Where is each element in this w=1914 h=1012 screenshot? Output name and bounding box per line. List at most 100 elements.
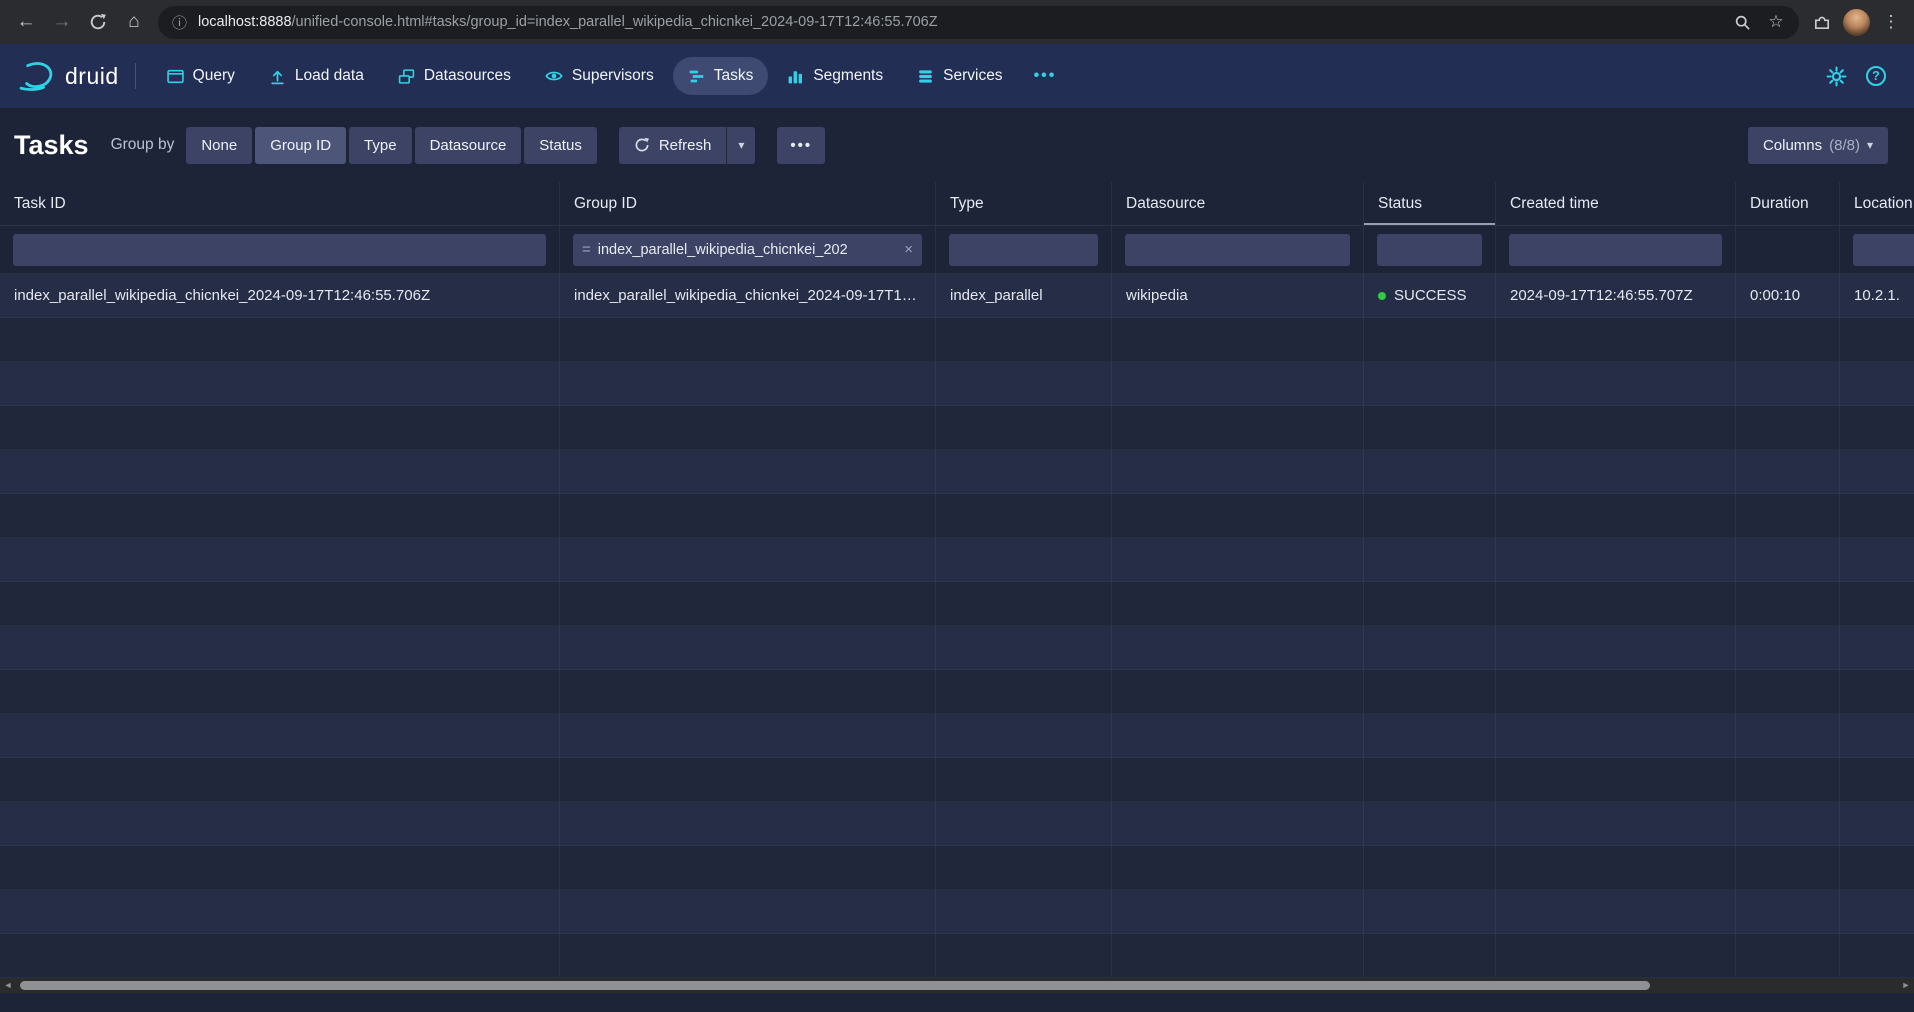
group-by-type-button[interactable]: Type [349, 127, 412, 164]
table-cell [1112, 670, 1364, 713]
nav-item-datasources[interactable]: Datasources [383, 57, 526, 95]
zoom-button[interactable] [1727, 7, 1757, 37]
clear-filter-icon[interactable]: × [904, 241, 913, 258]
scroll-left-button[interactable]: ◄ [0, 978, 16, 993]
site-info-icon[interactable]: ⓘ [172, 12, 187, 33]
scrollbar-thumb[interactable] [20, 981, 1650, 990]
url-bar[interactable]: ⓘ localhost:8888/unified-console.html#ta… [158, 6, 1799, 39]
scroll-right-button[interactable]: ► [1898, 978, 1914, 993]
table-cell [1736, 934, 1840, 977]
druid-logo-icon [18, 61, 56, 91]
scrollbar-track[interactable] [16, 978, 1898, 993]
table-cell [1364, 714, 1496, 757]
type-filter-input[interactable] [949, 234, 1098, 266]
table-cell [1112, 582, 1364, 625]
table-cell [936, 494, 1112, 537]
table-cell [1496, 934, 1736, 977]
home-button[interactable]: ⌂ [116, 4, 152, 40]
filter-cell-location [1840, 226, 1914, 273]
column-header-created-time[interactable]: Created time [1496, 182, 1736, 225]
load-data-icon [269, 68, 286, 85]
table-cell [1840, 846, 1914, 889]
table-cell [936, 934, 1112, 977]
extensions-button[interactable] [1807, 7, 1837, 37]
nav-item-tasks[interactable]: Tasks [673, 57, 769, 95]
status-filter-input[interactable] [1377, 234, 1482, 266]
back-button[interactable]: ← [8, 4, 44, 40]
table-cell [1364, 538, 1496, 581]
table-cell [1736, 318, 1840, 361]
extensions-icon [1813, 13, 1831, 31]
column-header-duration[interactable]: Duration [1736, 182, 1840, 225]
table-cell [0, 802, 560, 845]
table-row-empty [0, 626, 1914, 670]
toolbar-more-button[interactable]: ••• [777, 127, 825, 164]
column-header-group-id[interactable]: Group ID [560, 182, 936, 225]
table-cell [1496, 890, 1736, 933]
nav-item-segments[interactable]: Segments [772, 57, 898, 95]
table-row-empty [0, 758, 1914, 802]
table-cell [1736, 670, 1840, 713]
druid-logo[interactable]: druid [18, 61, 119, 91]
nav-label: Datasources [424, 67, 511, 85]
settings-button[interactable] [1816, 56, 1856, 96]
profile-avatar[interactable] [1843, 9, 1870, 36]
group-by-datasource-button[interactable]: Datasource [415, 127, 522, 164]
datasource-filter-input[interactable] [1125, 234, 1350, 266]
nav-item-query[interactable]: Query [152, 57, 250, 95]
bookmark-button[interactable]: ☆ [1761, 7, 1791, 37]
filter-row: = index_parallel_wikipedia_chicnkei_202 … [0, 226, 1914, 274]
table-cell [1112, 714, 1364, 757]
column-header-status[interactable]: Status [1364, 182, 1496, 225]
gantt-chart-icon [688, 68, 705, 85]
task-id-filter-input[interactable] [13, 234, 546, 266]
group-by-none-button[interactable]: None [186, 127, 252, 164]
browser-actions: ⋮ [1807, 7, 1906, 37]
group-by-status-button[interactable]: Status [524, 127, 597, 164]
table-cell [1496, 846, 1736, 889]
column-header-datasource[interactable]: Datasource [1112, 182, 1364, 225]
table-cell [560, 362, 936, 405]
created-time-filter-input[interactable] [1509, 234, 1722, 266]
nav-label: Query [193, 67, 235, 85]
table-cell [1112, 846, 1364, 889]
table-cell [1364, 890, 1496, 933]
table-row-empty [0, 802, 1914, 846]
status-badge: SUCCESS [1394, 287, 1467, 304]
horizontal-scrollbar[interactable]: ◄ ► [0, 978, 1914, 993]
table-cell [0, 846, 560, 889]
column-header-type[interactable]: Type [936, 182, 1112, 225]
table-cell [1840, 362, 1914, 405]
table-cell [1496, 670, 1736, 713]
table-cell [0, 406, 560, 449]
table-cell [560, 318, 936, 361]
table-cell [1364, 934, 1496, 977]
forward-button[interactable]: → [44, 4, 80, 40]
filter-cell-datasource [1112, 226, 1364, 273]
columns-button[interactable]: Columns (8/8) ▾ [1748, 127, 1888, 164]
table-cell [1736, 758, 1840, 801]
location-filter-input[interactable] [1853, 234, 1914, 266]
browser-menu-button[interactable]: ⋮ [1876, 7, 1906, 37]
group-id-filter-input[interactable]: = index_parallel_wikipedia_chicnkei_202 … [573, 234, 922, 266]
table-cell [1364, 450, 1496, 493]
column-header-task-id[interactable]: Task ID [0, 182, 560, 225]
table-cell [936, 846, 1112, 889]
nav-item-supervisors[interactable]: Supervisors [530, 57, 669, 95]
help-button[interactable]: ? [1856, 56, 1896, 96]
task-id-cell[interactable]: index_parallel_wikipedia_chicnkei_2024-0… [0, 274, 560, 317]
table-cell [936, 450, 1112, 493]
table-cell [936, 626, 1112, 669]
table-cell [560, 626, 936, 669]
reload-button[interactable] [80, 4, 116, 40]
nav-item-load-data[interactable]: Load data [254, 57, 379, 95]
nav-label: Segments [813, 67, 883, 85]
nav-more-button[interactable]: ••• [1022, 57, 1069, 95]
column-header-location[interactable]: Location [1840, 182, 1914, 225]
nav-item-services[interactable]: Services [902, 57, 1017, 95]
refresh-interval-dropdown[interactable]: ▾ [726, 127, 755, 164]
task-row[interactable]: index_parallel_wikipedia_chicnkei_2024-0… [0, 274, 1914, 318]
chevron-down-icon: ▾ [738, 138, 744, 152]
refresh-button[interactable]: Refresh [619, 127, 727, 164]
group-by-group-id-button[interactable]: Group ID [255, 127, 346, 164]
